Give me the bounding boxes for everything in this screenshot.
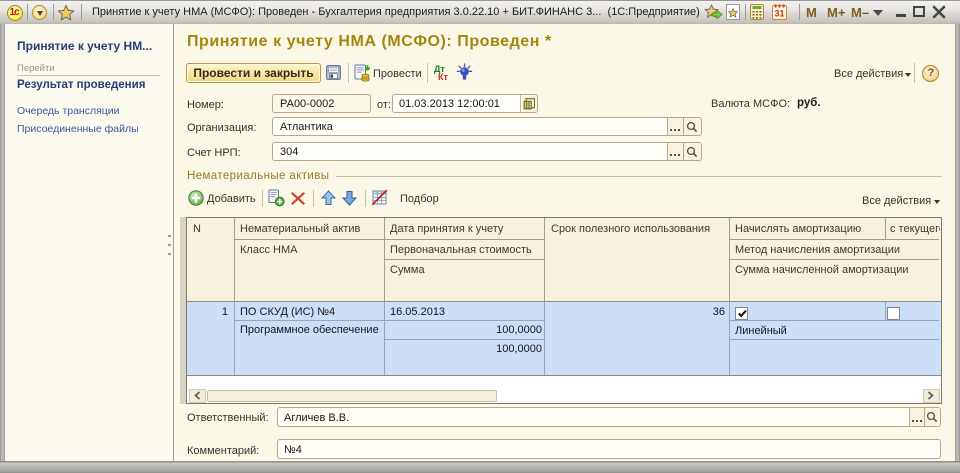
svg-text:31: 31: [774, 9, 784, 19]
